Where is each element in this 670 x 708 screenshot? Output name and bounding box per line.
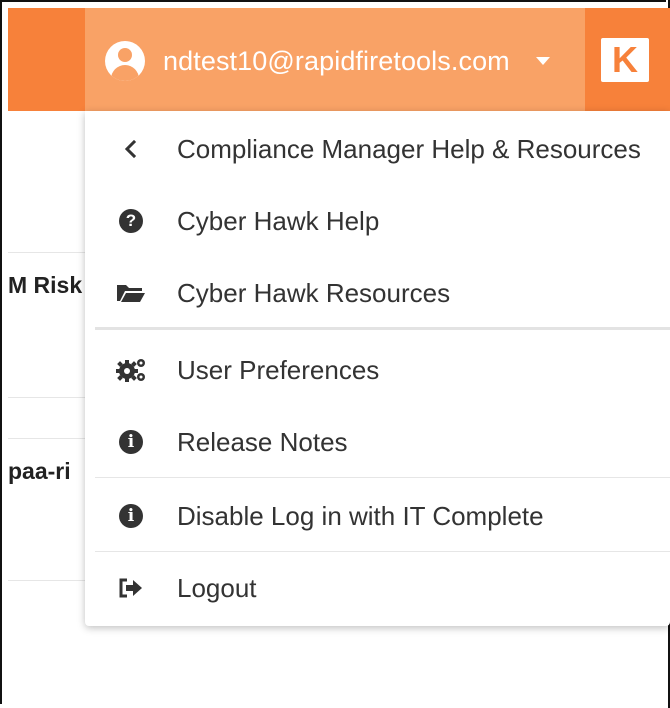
info-circle-icon: i bbox=[115, 426, 147, 458]
menu-item-label: Disable Log in with IT Complete bbox=[177, 500, 544, 531]
menu-item-label: Compliance Manager Help & Resources bbox=[177, 133, 641, 164]
menu-item-label: Release Notes bbox=[177, 426, 348, 457]
menu-item-label: Logout bbox=[177, 572, 257, 603]
menu-item-cyber-hawk-resources[interactable]: Cyber Hawk Resources bbox=[85, 260, 670, 326]
gears-icon bbox=[115, 354, 147, 386]
bg-row-text: paa-ri bbox=[8, 458, 71, 484]
menu-item-user-preferences[interactable]: User Preferences bbox=[85, 337, 670, 403]
menu-item-release-notes[interactable]: i Release Notes bbox=[85, 409, 670, 475]
menu-item-label: Cyber Hawk Resources bbox=[177, 277, 451, 308]
user-email: ndtest10@rapidfiretools.com bbox=[163, 45, 510, 76]
menu-divider bbox=[95, 477, 670, 478]
sign-out-icon bbox=[115, 572, 147, 604]
bg-divider bbox=[8, 397, 85, 398]
question-circle-icon: ? bbox=[115, 205, 147, 237]
info-circle-icon: i bbox=[115, 500, 147, 532]
menu-item-compliance-manager-help[interactable]: Compliance Manager Help & Resources bbox=[85, 116, 670, 182]
folder-open-icon bbox=[115, 277, 147, 309]
user-dropdown-menu: Compliance Manager Help & Resources ? Cy… bbox=[85, 111, 670, 626]
menu-item-label: User Preferences bbox=[177, 354, 380, 385]
bg-divider bbox=[8, 580, 85, 581]
menu-item-label: Cyber Hawk Help bbox=[177, 205, 380, 236]
menu-item-logout[interactable]: Logout bbox=[85, 555, 670, 621]
app-logo[interactable]: K bbox=[601, 38, 649, 82]
user-menu-button[interactable]: ndtest10@rapidfiretools.com bbox=[105, 38, 550, 84]
menu-divider bbox=[95, 551, 670, 552]
bg-divider bbox=[8, 438, 85, 439]
user-circle-icon bbox=[105, 41, 145, 81]
logo-text: K bbox=[612, 39, 638, 80]
menu-item-cyber-hawk-help[interactable]: ? Cyber Hawk Help bbox=[85, 188, 670, 254]
caret-down-icon bbox=[535, 57, 550, 65]
menu-divider bbox=[95, 327, 670, 330]
menu-item-disable-log-in-it-complete[interactable]: i Disable Log in with IT Complete bbox=[85, 483, 670, 549]
bg-divider bbox=[8, 252, 85, 253]
bg-row-text: M Risk bbox=[8, 272, 83, 298]
chevron-left-icon bbox=[115, 133, 147, 165]
